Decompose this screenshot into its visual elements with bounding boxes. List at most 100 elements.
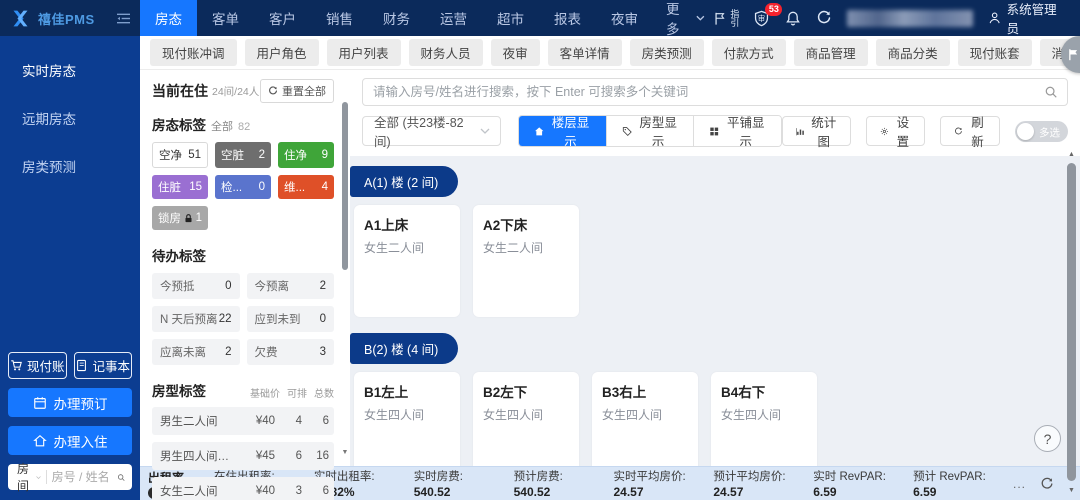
module-tab[interactable]: 商品分类: [875, 39, 950, 66]
module-tab[interactable]: 用户角色: [244, 39, 319, 66]
menu-fold-icon[interactable]: [116, 12, 131, 25]
room-search-input[interactable]: [51, 470, 112, 484]
bell-icon[interactable]: [785, 10, 801, 27]
topnav-item[interactable]: 财务: [368, 0, 425, 36]
stat-label: 预计 RevPAR:: [913, 471, 986, 483]
status-tag[interactable]: 住净 9: [278, 142, 334, 168]
topnav-item[interactable]: 客单: [197, 0, 254, 36]
status-tag-count: 4: [321, 181, 328, 193]
panel-scroll-down-icon[interactable]: [341, 449, 349, 456]
todo-tag[interactable]: 应到未到 0: [246, 306, 334, 332]
status-tag[interactable]: 检... 0: [215, 175, 271, 199]
room-card[interactable]: B1左上 女生四人间: [354, 372, 460, 466]
todo-tag[interactable]: 今预离 2: [246, 273, 334, 299]
guide-button[interactable]: 指引: [713, 9, 739, 27]
todo-tag[interactable]: 应离未离 2: [152, 339, 240, 365]
settings-label: 设置: [896, 116, 910, 149]
help-button[interactable]: ?: [1034, 425, 1061, 452]
notebook-button[interactable]: 记事本: [73, 352, 132, 379]
status-tag[interactable]: 住脏 15: [152, 175, 208, 199]
sidebar-item[interactable]: 远期房态: [0, 94, 140, 142]
status-tag[interactable]: 锁房 1: [152, 206, 208, 230]
floor-filter-select[interactable]: 全部 (共23楼-82间): [362, 116, 501, 149]
status-tag-label: 维...: [284, 182, 306, 194]
topnav-item[interactable]: 销售: [311, 0, 368, 36]
roomtype-row[interactable]: 女生二人间 ¥40 3 6: [152, 477, 334, 500]
todo-tag[interactable]: 今预抵 0: [152, 273, 240, 299]
room-card[interactable]: A1上床 女生二人间: [354, 205, 460, 317]
status-tag[interactable]: 维... 4: [278, 175, 334, 199]
room-card[interactable]: B4右下 女生四人间: [711, 372, 817, 466]
sidebar-item[interactable]: 实时房态: [0, 46, 140, 94]
status-tag[interactable]: 空脏 2: [215, 142, 271, 168]
refresh-icon[interactable]: [816, 10, 832, 26]
roomtype-row[interactable]: 男生四人间（大... ¥45 6 16: [152, 442, 334, 470]
module-tab[interactable]: 用户列表: [326, 39, 401, 66]
module-tab[interactable]: 付款方式: [711, 39, 786, 66]
multi-select-toggle[interactable]: 多选: [1015, 120, 1069, 142]
app-title: 禧佳PMS: [38, 11, 95, 27]
stats-more[interactable]: ...: [1013, 477, 1026, 491]
status-tag[interactable]: 空净 51: [152, 142, 208, 168]
reset-all-button[interactable]: 重置全部: [260, 79, 334, 103]
module-tab[interactable]: 房类预测: [629, 39, 704, 66]
flag-icon: [1069, 49, 1078, 61]
topnav-item[interactable]: 超市: [482, 0, 539, 36]
room-field-select[interactable]: 房间: [17, 460, 41, 494]
scroll-down-icon[interactable]: [1066, 487, 1077, 494]
checkin-button[interactable]: 办理入住: [8, 426, 132, 455]
topnav-more[interactable]: 更多: [653, 0, 713, 37]
topnav-item[interactable]: 运营: [425, 0, 482, 36]
room-card[interactable]: B3右上 女生四人间: [592, 372, 698, 466]
module-tab[interactable]: 夜审: [490, 39, 540, 66]
user-menu[interactable]: 系统管理员: [988, 0, 1066, 37]
todo-tag[interactable]: 欠费 3: [246, 339, 334, 365]
scroll-up-icon[interactable]: [1066, 151, 1077, 158]
panel-scrollbar[interactable]: [341, 96, 349, 456]
sidebar-nav: 实时房态 远期房态 房类预测: [0, 46, 140, 190]
room-keyword-search-input[interactable]: [362, 78, 1068, 106]
audit-button[interactable]: 审 53: [753, 2, 783, 27]
search-icon[interactable]: [117, 471, 125, 484]
room-card[interactable]: B2左下 女生四人间: [473, 372, 579, 466]
cash-account-button[interactable]: 现付账: [8, 352, 67, 379]
todo-tag-label: 欠费: [254, 347, 278, 359]
floor-header[interactable]: A(1) 楼 (2 间): [350, 166, 459, 197]
main-scrollbar[interactable]: [1066, 150, 1077, 495]
stats-refresh-icon[interactable]: [1040, 477, 1054, 491]
panel-scrollbar-thumb[interactable]: [342, 102, 348, 270]
stat-item: 实时房费: 540.52: [414, 468, 514, 499]
main-scrollbar-thumb[interactable]: [1067, 163, 1076, 481]
user-label: 系统管理员: [1006, 3, 1057, 36]
topnav-item[interactable]: 房态: [140, 0, 197, 36]
module-tab[interactable]: 客单详情: [547, 39, 622, 66]
room-type: 女生二人间: [364, 241, 425, 255]
module-tab[interactable]: 现付账套: [957, 39, 1032, 66]
search-icon[interactable]: [1044, 85, 1058, 99]
module-tab[interactable]: 现付账冲调: [150, 39, 237, 66]
room-type: 女生四人间: [483, 408, 544, 422]
room-card[interactable]: A2下床 女生二人间: [473, 205, 579, 317]
todo-tag[interactable]: N 天后预离 22: [152, 306, 240, 332]
status-all-label[interactable]: 全部: [211, 118, 233, 134]
view-tile-button[interactable]: 平铺显示: [693, 116, 781, 146]
topnav-item[interactable]: 夜审: [596, 0, 653, 36]
sidebar-item[interactable]: 房类预测: [0, 142, 140, 190]
topnav-item[interactable]: 报表: [539, 0, 596, 36]
status-tag-label: 检...: [221, 182, 243, 194]
roomtype-row[interactable]: 男生二人间 ¥40 4 6: [152, 407, 334, 435]
todo-tag-count: 2: [319, 280, 326, 292]
settings-button[interactable]: 设置: [865, 116, 926, 149]
module-tab[interactable]: 商品管理: [793, 39, 868, 66]
roomtype-price: ¥45: [255, 450, 275, 462]
view-roomtype-button[interactable]: 房型显示: [605, 116, 694, 146]
module-tab[interactable]: 财务人员: [408, 39, 483, 66]
view-floor-button[interactable]: 楼层显示: [518, 116, 606, 146]
floor-header[interactable]: B(2) 楼 (4 间): [350, 333, 459, 364]
booking-button[interactable]: 办理预订: [8, 388, 132, 417]
grid-icon: [710, 127, 719, 135]
statistics-button[interactable]: 统计图: [781, 116, 851, 149]
topnav-item[interactable]: 客户: [254, 0, 311, 36]
refresh-button[interactable]: 刷新: [940, 116, 1001, 149]
stat-item: 预计房费: 540.52: [514, 468, 614, 499]
